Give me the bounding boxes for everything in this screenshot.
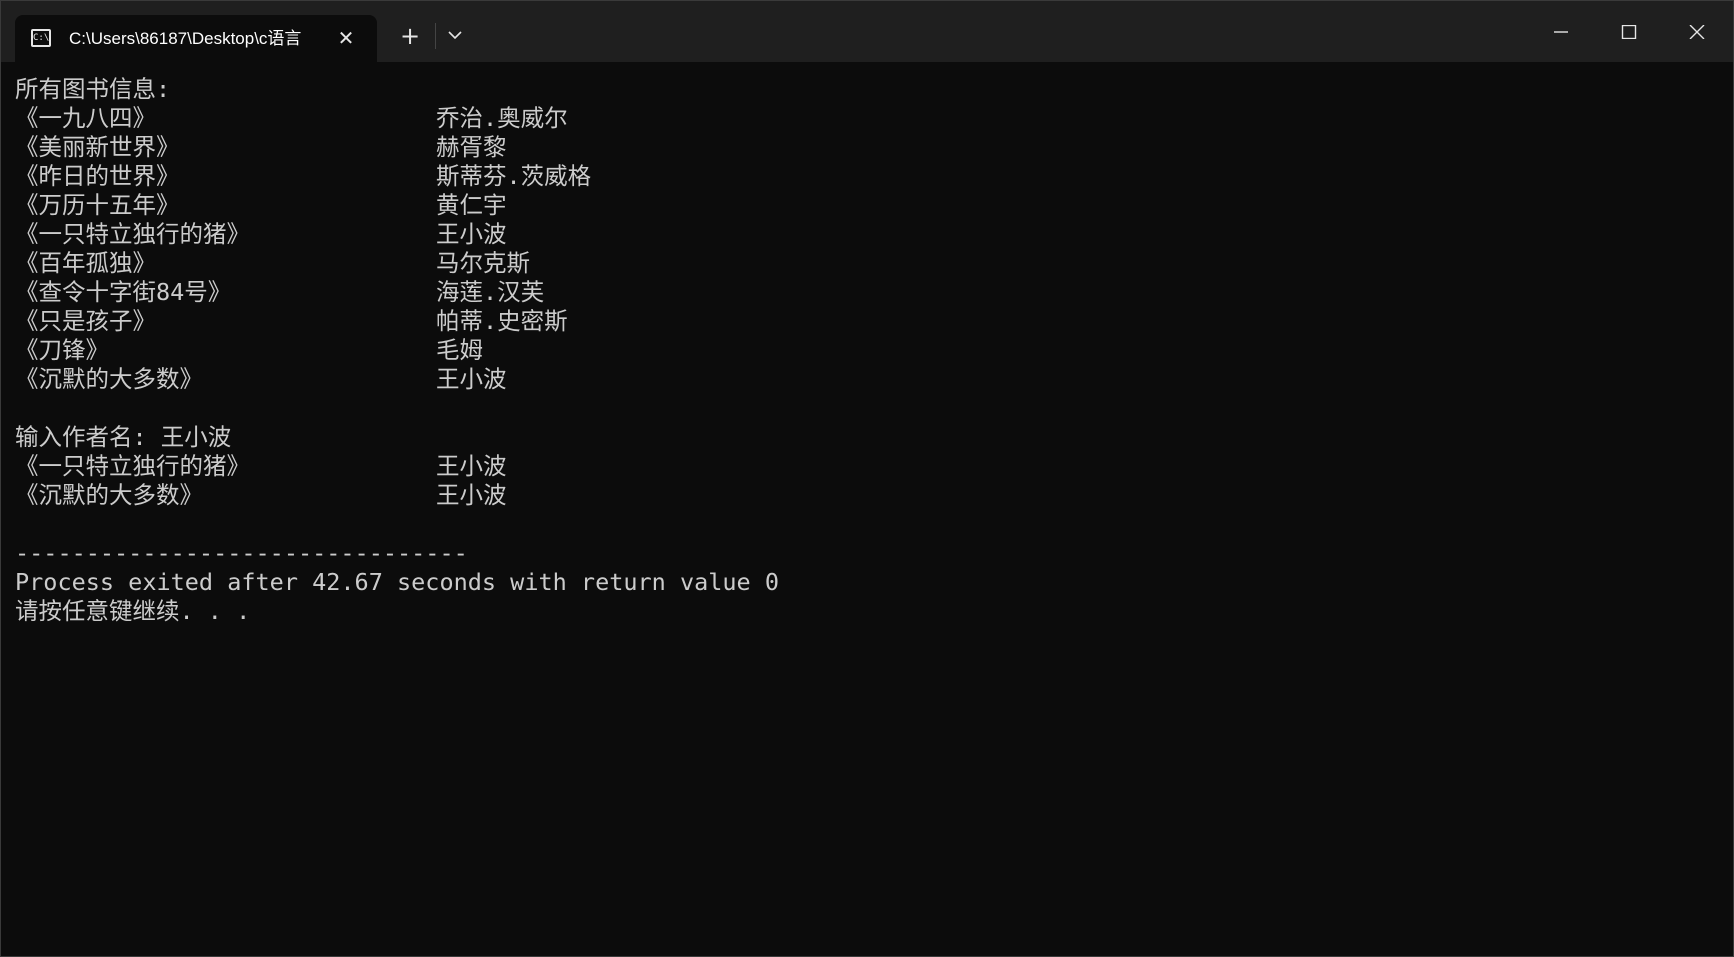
book-title: 《只是孩子》 [15,307,156,335]
book-row: 《查令十字街84号》 海莲.汉芙 [15,278,1723,307]
book-row: 《一只特立独行的猪》 王小波 [15,452,1723,481]
console-output[interactable]: 所有图书信息: 《一九八四》 乔治.奥威尔《美丽新世界》 赫胥黎《昨日的世界》 斯蒂芬… [15,75,1723,946]
book-title: 《美丽新世界》 [15,133,180,161]
maximize-button[interactable] [1595,1,1663,62]
tab-divider [435,23,436,49]
new-tab-button[interactable]: + [395,21,425,51]
book-title: 《一只特立独行的猪》 [15,452,250,480]
terminal-icon: C:\ [31,29,51,47]
minimize-button[interactable] [1527,1,1595,62]
chevron-down-icon[interactable] [441,21,469,51]
book-author: 乔治.奥威尔 [436,104,568,132]
book-title: 《沉默的大多数》 [15,365,203,393]
book-author: 王小波 [436,220,507,248]
book-author: 海莲.汉芙 [436,278,545,306]
book-title: 《沉默的大多数》 [15,481,203,509]
book-author: 赫胥黎 [436,133,507,161]
book-title: 《万历十五年》 [15,191,180,219]
book-author: 王小波 [436,365,507,393]
book-row: 《一九八四》 乔治.奥威尔 [15,104,1723,133]
title-bar: C:\ C:\Users\86187\Desktop\c语言 ✕ + [1,1,1733,62]
book-author: 王小波 [436,452,507,480]
close-tab-icon[interactable]: ✕ [333,25,359,51]
book-row: 《只是孩子》 帕蒂.史密斯 [15,307,1723,336]
console-header: 所有图书信息: [15,75,171,103]
book-author: 黄仁宇 [436,191,507,219]
book-author: 马尔克斯 [436,249,530,277]
continue-message: 请按任意键继续. . . [15,597,251,625]
book-title: 《一只特立独行的猪》 [15,220,250,248]
book-row: 《刀锋》 毛姆 [15,336,1723,365]
book-author: 毛姆 [436,336,483,364]
exit-message: Process exited after 42.67 seconds with … [15,568,780,596]
book-row: 《万历十五年》 黄仁宇 [15,191,1723,220]
book-title: 《刀锋》 [15,336,109,364]
book-title: 《百年孤独》 [15,249,156,277]
book-row: 《沉默的大多数》 王小波 [15,481,1723,510]
book-author: 王小波 [436,481,507,509]
book-row: 《沉默的大多数》 王小波 [15,365,1723,394]
book-row: 《昨日的世界》 斯蒂芬.茨威格 [15,162,1723,191]
book-row: 《一只特立独行的猪》 王小波 [15,220,1723,249]
result-list: 《一只特立独行的猪》 王小波 《沉默的大多数》 王小波 [15,452,1723,510]
terminal-window: C:\ C:\Users\86187\Desktop\c语言 ✕ + 所有图书信… [0,0,1734,957]
book-author: 帕蒂.史密斯 [436,307,568,335]
book-title: 《查令十字街84号》 [15,278,232,306]
book-row: 《美丽新世界》 赫胥黎 [15,133,1723,162]
book-title: 《昨日的世界》 [15,162,180,190]
book-author: 斯蒂芬.茨威格 [436,162,592,190]
separator-line: -------------------------------- [15,539,468,567]
tab-title: C:\Users\86187\Desktop\c语言 [69,29,302,48]
close-window-button[interactable] [1663,1,1731,62]
tab-active[interactable]: C:\ C:\Users\86187\Desktop\c语言 ✕ [15,15,377,62]
author-prompt: 输入作者名: 王小波 [15,423,232,451]
book-row: 《百年孤独》 马尔克斯 [15,249,1723,278]
book-title: 《一九八四》 [15,104,156,132]
book-list: 《一九八四》 乔治.奥威尔 《美丽新世界》 赫胥黎 《昨日的世界》 斯蒂芬.茨威格 《万历十… [15,104,1723,394]
